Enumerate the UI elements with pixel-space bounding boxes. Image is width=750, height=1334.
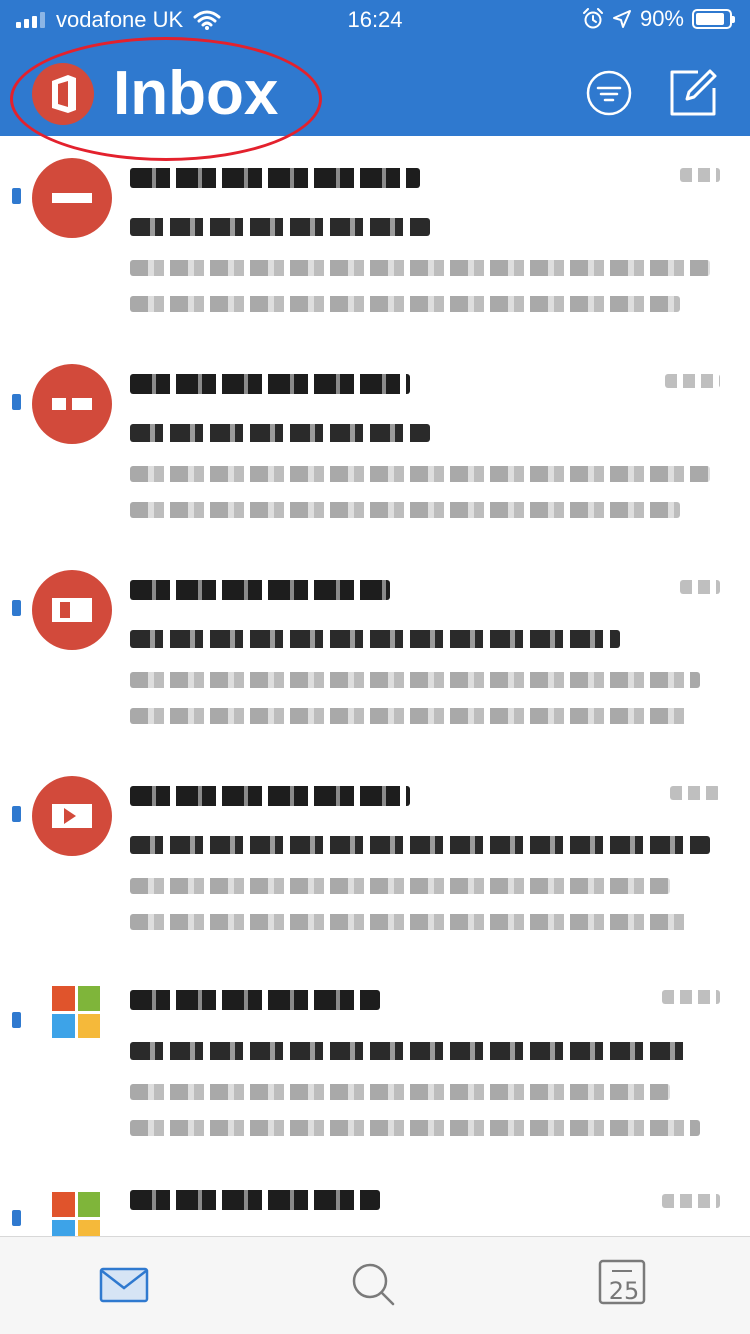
sender-avatar <box>32 570 112 650</box>
microsoft-logo-icon <box>52 986 100 1038</box>
mail-preview <box>130 672 700 688</box>
mail-date <box>665 374 720 388</box>
mail-preview <box>130 914 690 930</box>
mail-date <box>680 580 720 594</box>
compose-button[interactable] <box>668 68 718 118</box>
mail-list[interactable] <box>0 136 750 1236</box>
mail-item[interactable] <box>0 754 750 960</box>
unread-indicator <box>12 1012 21 1028</box>
mail-item[interactable] <box>0 548 750 754</box>
mail-preview <box>130 502 680 518</box>
battery-icon <box>692 9 735 29</box>
tab-mail[interactable] <box>94 1255 154 1315</box>
location-arrow-icon <box>612 10 631 28</box>
search-icon <box>352 1263 395 1306</box>
mail-preview <box>130 878 670 894</box>
sender-name <box>130 786 410 806</box>
mail-subject <box>130 1042 690 1060</box>
mail-date <box>680 168 720 182</box>
sender-avatar <box>32 158 112 238</box>
tab-search[interactable] <box>344 1255 404 1315</box>
tab-bar: 25 <box>0 1236 750 1334</box>
compose-icon <box>670 69 717 116</box>
mail-item[interactable] <box>0 136 750 342</box>
battery-percent: 90% <box>639 6 684 31</box>
app-header: vodafone UK 16:24 90% Inbox <box>0 0 750 161</box>
mail-date <box>670 786 720 800</box>
mail-item[interactable] <box>0 1166 750 1236</box>
mail-preview <box>130 296 680 312</box>
filter-icon <box>586 70 632 116</box>
mail-subject <box>130 218 430 236</box>
sender-name <box>130 580 390 600</box>
sender-name <box>130 374 410 394</box>
status-bar: vodafone UK 16:24 90% <box>0 0 750 40</box>
mail-preview <box>130 260 710 276</box>
mail-subject <box>130 424 430 442</box>
unread-indicator <box>12 1210 21 1226</box>
mail-item[interactable] <box>0 342 750 548</box>
sender-avatar <box>32 776 112 856</box>
unread-indicator <box>12 600 21 616</box>
unread-indicator <box>12 806 21 822</box>
sender-avatar <box>32 364 112 444</box>
mail-subject <box>130 630 620 648</box>
mail-preview <box>130 708 690 724</box>
calendar-day-number: 25 <box>608 1277 640 1305</box>
unread-indicator <box>12 188 21 204</box>
mail-preview <box>130 466 710 482</box>
mail-date <box>662 990 720 1004</box>
mail-date <box>662 1194 720 1208</box>
filter-button[interactable] <box>584 68 634 118</box>
sender-name <box>130 990 380 1010</box>
mail-icon <box>99 1267 149 1303</box>
status-right: 90% <box>574 6 735 32</box>
mail-preview <box>130 1120 700 1136</box>
mail-subject <box>130 836 710 854</box>
sender-name <box>130 1190 380 1210</box>
alarm-icon <box>582 8 603 29</box>
office-logo-icon[interactable] <box>32 63 94 125</box>
sender-name <box>130 168 420 188</box>
microsoft-logo-icon <box>52 1192 100 1236</box>
page-title[interactable]: Inbox <box>113 58 278 130</box>
mail-preview <box>130 1084 670 1100</box>
mail-item[interactable] <box>0 960 750 1166</box>
unread-indicator <box>12 394 21 410</box>
tab-calendar[interactable]: 25 <box>594 1255 654 1315</box>
